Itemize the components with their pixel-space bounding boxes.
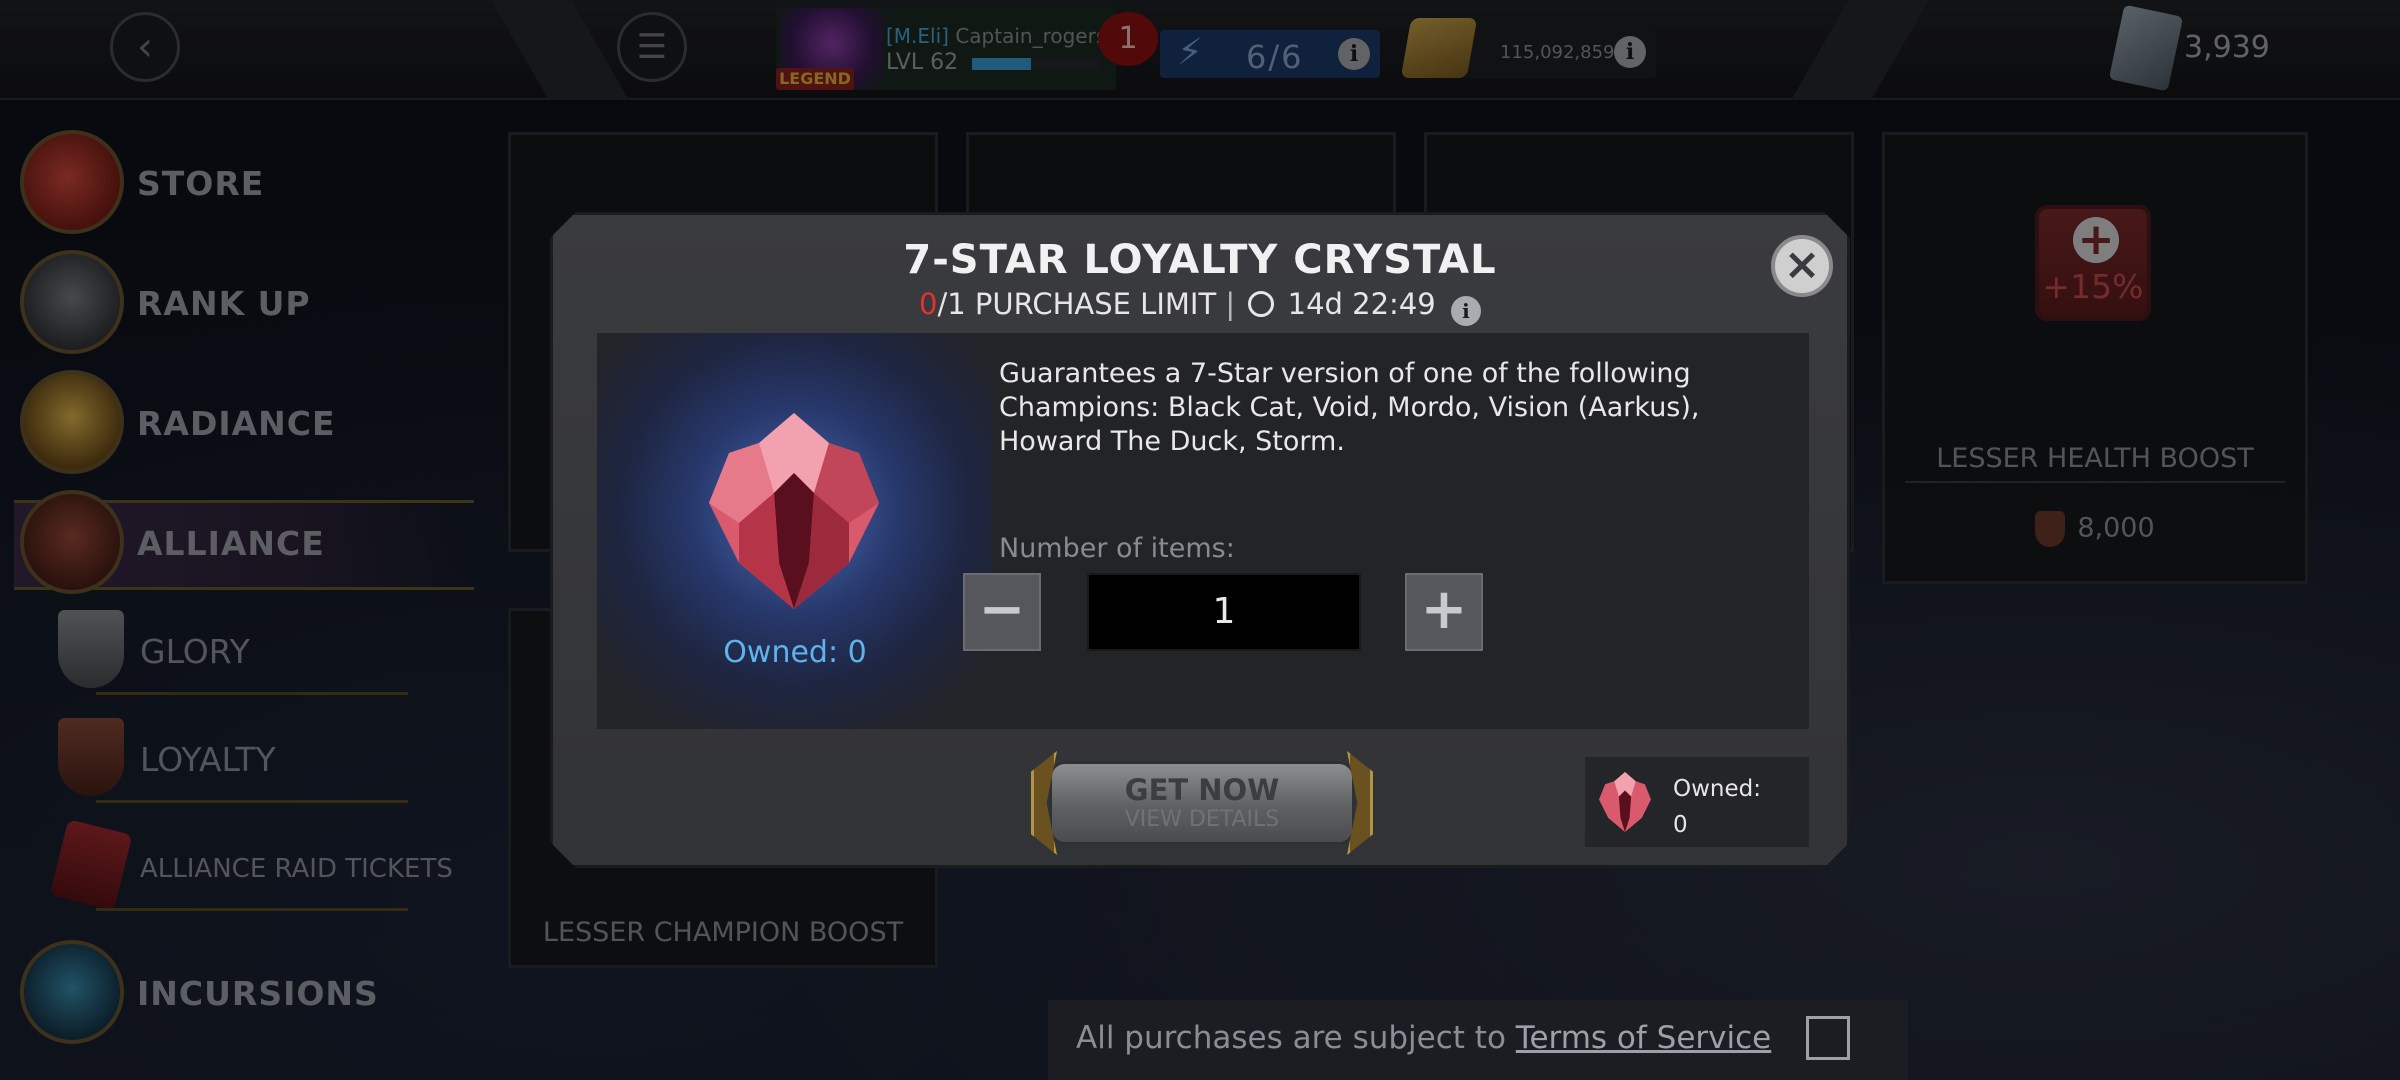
get-now-label: GET NOW (1124, 773, 1280, 807)
purchase-modal: 7-STAR LOYALTY CRYSTAL 0/1 PURCHASE LIMI… (550, 212, 1850, 868)
owned-count: Owned: 0 (723, 635, 867, 670)
crystal-showcase: Owned: 0 (597, 333, 993, 729)
close-icon: × (1783, 239, 1821, 290)
owned-summary: Owned: 0 (1585, 757, 1809, 847)
loyalty-crystal-icon (1599, 772, 1651, 832)
footer-text: All purchases are subject to (1076, 1020, 1506, 1056)
timer-text: 14d 22:49 (1287, 287, 1436, 321)
info-icon[interactable]: i (1450, 296, 1481, 326)
purchase-limit-row: 0/1 PURCHASE LIMIT | 14d 22:49 i (553, 287, 1847, 326)
timer-icon (1248, 291, 1275, 317)
increase-quantity-button[interactable]: + (1405, 573, 1483, 651)
loyalty-crystal-icon (709, 413, 879, 609)
terms-of-service-link[interactable]: Terms of Service (1516, 1020, 1771, 1056)
plus-icon: + (1420, 577, 1468, 642)
purchase-limit-text: /1 PURCHASE LIMIT (937, 287, 1217, 321)
purchased-count: 0 (919, 287, 938, 321)
modal-title: 7-STAR LOYALTY CRYSTAL (903, 237, 1497, 283)
item-panel: Owned: 0 Guarantees a 7-Star version of … (597, 333, 1809, 729)
owned-summary-text: Owned: 0 (1673, 776, 1761, 838)
view-details-label: VIEW DETAILS (1124, 807, 1280, 832)
decrease-quantity-button[interactable]: − (963, 573, 1041, 651)
close-button[interactable]: × (1771, 235, 1833, 297)
terms-footer: All purchases are subject to Terms of Se… (1048, 1000, 1908, 1080)
minus-icon: − (978, 577, 1026, 642)
external-link-icon[interactable] (1806, 1016, 1850, 1060)
quantity-label: Number of items: (999, 533, 1235, 564)
get-now-button[interactable]: GET NOW VIEW DETAILS (1031, 751, 1373, 855)
quantity-field[interactable]: 1 (1087, 573, 1361, 651)
item-description: Guarantees a 7-Star version of one of th… (999, 358, 1700, 457)
